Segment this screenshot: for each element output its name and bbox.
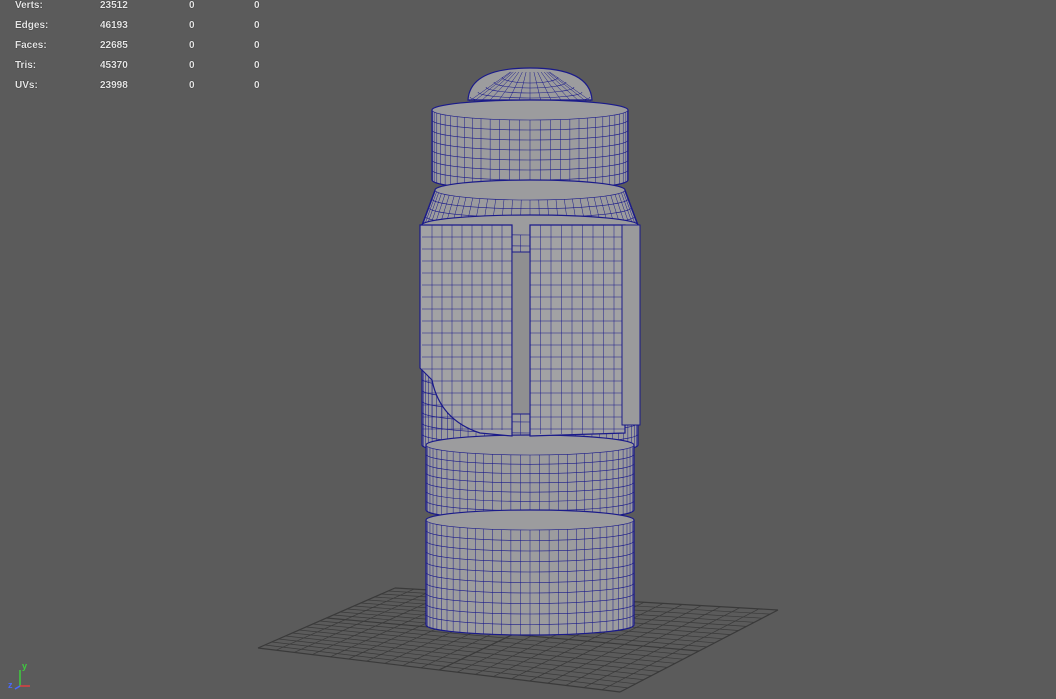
hud-highlighted-value: 0 xyxy=(254,60,260,71)
cylinder-model-wireframe[interactable] xyxy=(419,67,641,636)
right-panel xyxy=(529,224,626,437)
hud-highlighted-value: 0 xyxy=(254,80,260,91)
center-slot xyxy=(511,251,531,415)
heads-up-display: Verts: 23512 0 0 Edges: 46193 0 0 Faces:… xyxy=(0,0,280,100)
base-section xyxy=(425,509,635,636)
right-edge-panel xyxy=(621,224,641,426)
hud-total-value: 46193 xyxy=(100,20,128,31)
hud-label: Edges: xyxy=(15,20,49,31)
hud-total-value: 23998 xyxy=(100,80,128,91)
hud-total-value: 22685 xyxy=(100,40,128,51)
hud-selected-value: 0 xyxy=(189,80,195,91)
hud-total-value: 23512 xyxy=(100,0,128,11)
hud-label: Tris: xyxy=(15,60,37,71)
grid-line xyxy=(257,647,621,693)
hud-selected-value: 0 xyxy=(189,60,195,71)
hud-highlighted-value: 0 xyxy=(254,0,260,11)
hud-row-uvs: UVs: 23998 0 0 xyxy=(0,80,280,100)
hud-label: UVs: xyxy=(15,80,38,91)
hud-row-verts: Verts: 23512 0 0 xyxy=(0,0,280,20)
grid-line xyxy=(271,641,636,685)
hud-row-tris: Tris: 45370 0 0 xyxy=(0,60,280,80)
hud-selected-value: 0 xyxy=(189,40,195,51)
top-cap-section xyxy=(431,99,629,191)
side-panels xyxy=(419,224,641,437)
hud-total-value: 45370 xyxy=(100,60,128,71)
hud-selected-value: 0 xyxy=(189,20,195,31)
axis-label-z: z xyxy=(8,680,13,690)
viewport-scene[interactable] xyxy=(0,0,1056,699)
hud-row-faces: Faces: 22685 0 0 xyxy=(0,40,280,60)
hud-label: Verts: xyxy=(15,0,43,11)
grid-line xyxy=(264,644,628,689)
view-axis-gizmo: y z xyxy=(6,661,36,692)
ring-band-section xyxy=(425,434,635,521)
hud-row-edges: Edges: 46193 0 0 xyxy=(0,20,280,40)
hud-highlighted-value: 0 xyxy=(254,40,260,51)
hud-highlighted-value: 0 xyxy=(254,20,260,31)
3d-viewport[interactable]: Verts: 23512 0 0 Edges: 46193 0 0 Faces:… xyxy=(0,0,1056,699)
hud-label: Faces: xyxy=(15,40,47,51)
hud-selected-value: 0 xyxy=(189,0,195,11)
axis-label-y: y xyxy=(22,661,28,671)
